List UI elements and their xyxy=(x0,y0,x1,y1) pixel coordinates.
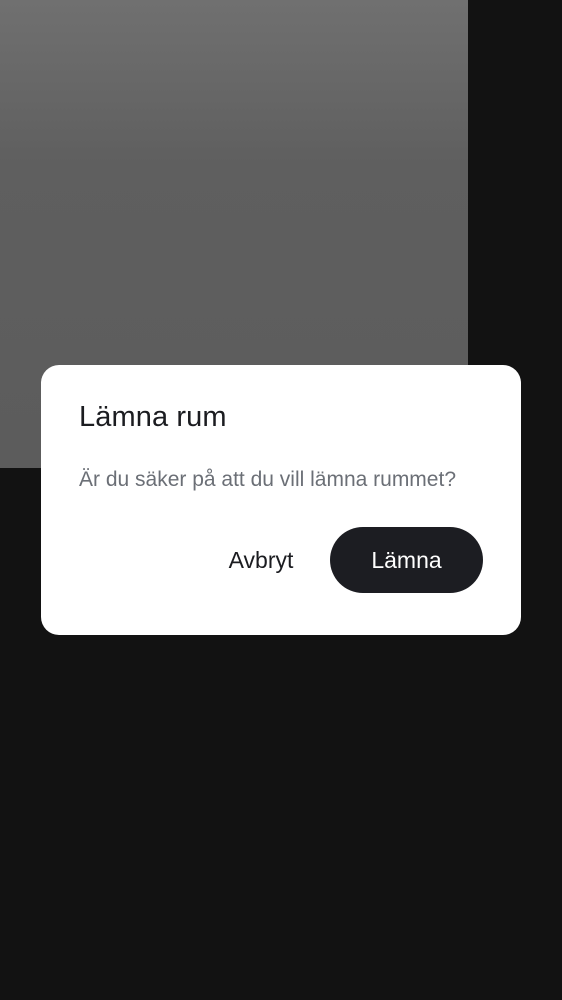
cancel-button[interactable]: Avbryt xyxy=(211,527,311,593)
call-screen: Lämna rum Är du säker på att du vill läm… xyxy=(0,0,562,1000)
leave-room-dialog: Lämna rum Är du säker på att du vill läm… xyxy=(41,365,521,635)
dialog-title: Lämna rum xyxy=(79,401,227,433)
dialog-message: Är du säker på att du vill lämna rummet? xyxy=(79,468,456,491)
leave-room-button[interactable]: Lämna xyxy=(330,527,483,593)
